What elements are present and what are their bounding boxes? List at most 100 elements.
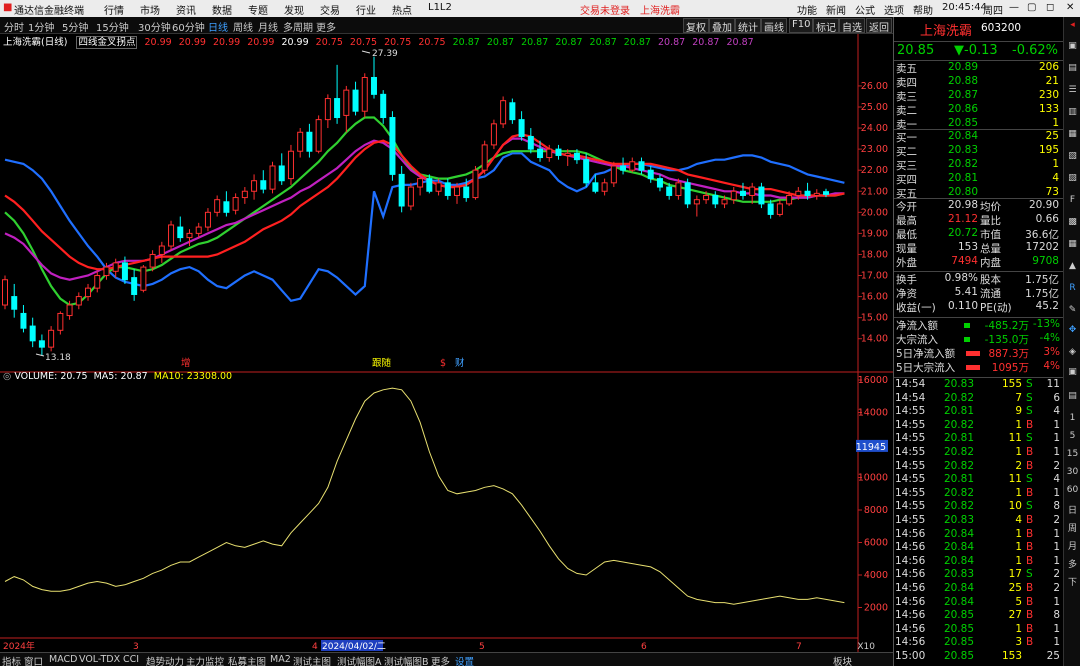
period-multi-button[interactable]: 多 xyxy=(1065,557,1080,572)
candle-body[interactable] xyxy=(241,190,248,199)
tool-back[interactable]: 返回 xyxy=(866,18,892,34)
candle-body[interactable] xyxy=(140,266,147,291)
candle-body[interactable] xyxy=(260,180,267,190)
period-30min[interactable]: 30分钟 xyxy=(138,19,171,34)
period-more[interactable]: 更多 xyxy=(316,19,336,34)
candle-body[interactable] xyxy=(168,224,175,247)
candle-body[interactable] xyxy=(343,89,350,116)
candle-body[interactable] xyxy=(592,182,599,192)
candle-body[interactable] xyxy=(804,190,811,196)
volume-settings-icon[interactable]: ◎ xyxy=(3,371,11,382)
period-15min[interactable]: 15分钟 xyxy=(96,19,129,34)
info-icon[interactable]: ▩ xyxy=(1065,217,1080,232)
candle-body[interactable] xyxy=(666,186,673,196)
list-icon[interactable]: ☰ xyxy=(1065,85,1080,100)
candle-body[interactable] xyxy=(463,186,470,199)
candle-body[interactable] xyxy=(481,144,488,171)
period-monthly[interactable]: 月线 xyxy=(258,19,278,34)
bottom-tab[interactable]: 窗口 xyxy=(24,654,43,666)
bottom-tab[interactable]: 主力监控 xyxy=(186,654,224,666)
menu-formula[interactable]: 公式 xyxy=(855,2,875,17)
board-tab[interactable]: 板块 xyxy=(833,654,852,666)
bottom-tab[interactable]: 测试幅图B xyxy=(384,654,429,666)
candle-body[interactable] xyxy=(795,190,802,196)
bottom-tab[interactable]: CCI xyxy=(123,654,139,665)
candle-body[interactable] xyxy=(693,199,700,205)
candle-body[interactable] xyxy=(638,161,645,171)
candle-body[interactable] xyxy=(472,169,479,199)
candle-body[interactable] xyxy=(177,226,184,239)
period-1min[interactable]: 1分钟 xyxy=(28,19,54,34)
candle-body[interactable] xyxy=(48,329,55,348)
candle-body[interactable] xyxy=(629,161,636,171)
candle-body[interactable] xyxy=(647,169,654,180)
candle-body[interactable] xyxy=(509,102,516,121)
candle-body[interactable] xyxy=(786,194,793,205)
candle-body[interactable] xyxy=(417,178,424,188)
move-icon[interactable]: ✥ xyxy=(1065,325,1080,340)
fs-icon[interactable]: ▣ xyxy=(1065,367,1080,382)
candle-body[interactable] xyxy=(278,165,285,182)
candle-body[interactable] xyxy=(11,296,18,310)
candle-body[interactable] xyxy=(112,262,119,272)
bottom-tab[interactable]: MACD xyxy=(49,654,77,665)
trend-icon[interactable]: ▲ xyxy=(1065,261,1080,276)
candle-body[interactable] xyxy=(232,197,239,211)
candle-body[interactable] xyxy=(518,119,525,137)
candle-body[interactable] xyxy=(85,287,92,298)
period-down-button[interactable]: 下 xyxy=(1065,575,1080,590)
candle-body[interactable] xyxy=(223,201,230,213)
candle-body[interactable] xyxy=(490,123,497,146)
candle-body[interactable] xyxy=(739,190,746,196)
period-weekly[interactable]: 周线 xyxy=(233,19,253,34)
bottom-tab[interactable]: 私募主图 xyxy=(228,654,266,666)
candle-body[interactable] xyxy=(324,98,331,121)
period-15-button[interactable]: 15 xyxy=(1065,449,1080,464)
grid-icon[interactable]: ▤ xyxy=(1065,63,1080,78)
candle-body[interactable] xyxy=(287,150,294,180)
menu-market[interactable]: 行情 xyxy=(104,2,124,17)
candle-body[interactable] xyxy=(730,190,737,201)
period-60-button[interactable]: 60 xyxy=(1065,485,1080,500)
period-1-button[interactable]: 1 xyxy=(1065,413,1080,428)
layout-icon[interactable]: ▣ xyxy=(1065,41,1080,56)
period-multi[interactable]: 多周期 xyxy=(283,19,313,34)
candle-body[interactable] xyxy=(620,165,627,171)
tool-stats[interactable]: 统计 xyxy=(735,18,761,34)
candle-body[interactable] xyxy=(269,165,276,190)
f10-icon[interactable]: F xyxy=(1065,195,1080,210)
period-60min[interactable]: 60分钟 xyxy=(172,19,205,34)
calendar-icon[interactable]: ▦ xyxy=(1065,239,1080,254)
candle-body[interactable] xyxy=(767,203,774,215)
candle-body[interactable] xyxy=(251,180,258,192)
candle-body[interactable] xyxy=(601,182,608,192)
candle-body[interactable] xyxy=(444,182,451,196)
bottom-tab[interactable]: 测试主图 xyxy=(293,654,331,666)
candle-body[interactable] xyxy=(103,266,110,277)
bottom-tab[interactable]: MA2 xyxy=(270,654,291,665)
bottom-tab[interactable]: VOL-TDX xyxy=(79,654,120,665)
menu-discover[interactable]: 发现 xyxy=(284,2,304,17)
candle-body[interactable] xyxy=(334,98,341,119)
candle-body[interactable] xyxy=(610,165,617,184)
candle-body[interactable] xyxy=(186,232,193,239)
candle-body[interactable] xyxy=(537,148,544,159)
candle-body[interactable] xyxy=(158,245,165,255)
tool-adjust[interactable]: 复权 xyxy=(683,18,709,34)
candle-body[interactable] xyxy=(204,211,211,228)
menu-function[interactable]: 功能 xyxy=(797,2,817,17)
candle-body[interactable] xyxy=(758,186,765,205)
candle-body[interactable] xyxy=(684,182,691,205)
candle-body[interactable] xyxy=(195,226,202,234)
candle-body[interactable] xyxy=(573,152,580,161)
minute-icon[interactable]: ▤ xyxy=(1065,391,1080,406)
candle-body[interactable] xyxy=(555,148,562,156)
candle-body[interactable] xyxy=(749,186,756,196)
menu-options[interactable]: 选项 xyxy=(884,2,904,17)
candle-body[interactable] xyxy=(75,296,82,306)
rsi-icon[interactable]: R xyxy=(1065,283,1080,298)
chart-area[interactable]: 26.00 25.00 24.00 23.00 22.00 21.00 20.00 19.00… xyxy=(0,34,893,652)
candle-body[interactable] xyxy=(214,199,221,213)
restore-icon[interactable]: ◻ xyxy=(1046,2,1054,13)
menu-data[interactable]: 数据 xyxy=(212,2,232,17)
